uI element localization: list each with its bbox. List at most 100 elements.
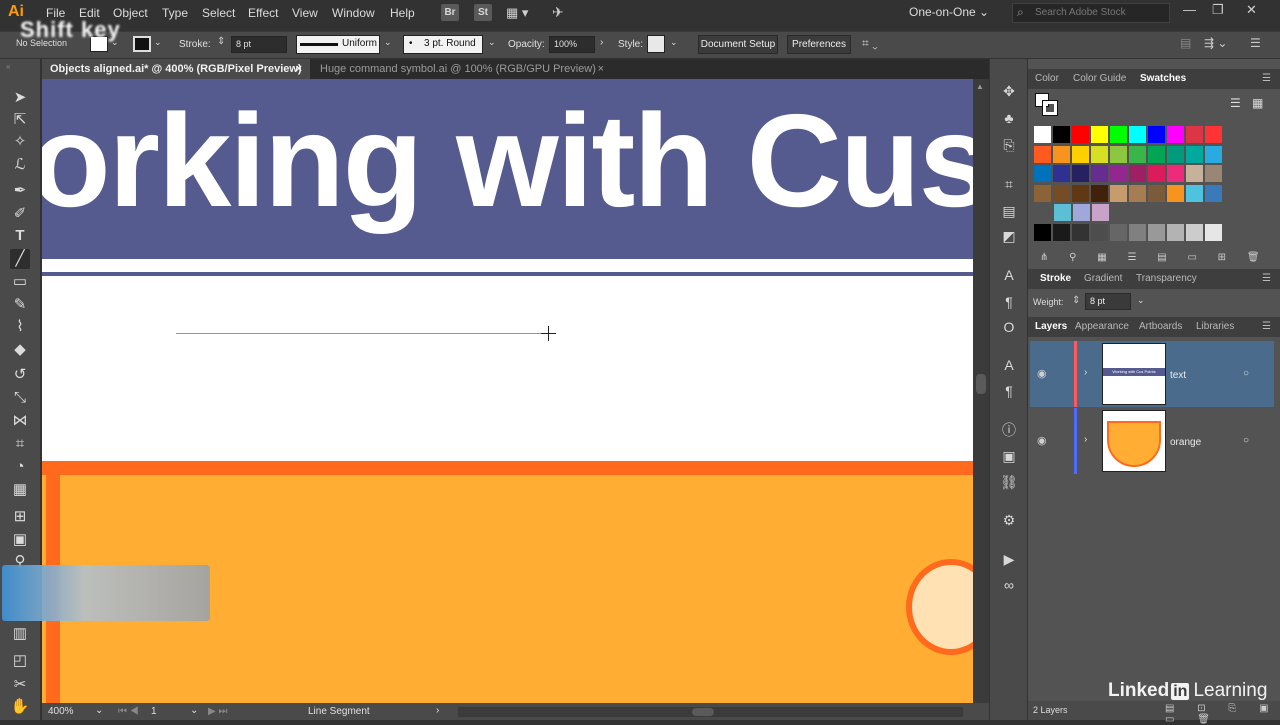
chevron-down-icon[interactable]: ⌄ [154,37,162,48]
color-swatch[interactable] [1053,126,1070,143]
arrange-icon[interactable]: ⌗ ⌄ [862,36,878,51]
color-swatch[interactable] [1186,145,1203,163]
color-swatch[interactable] [1186,165,1203,182]
character-styles-icon[interactable]: A [999,356,1019,374]
info-icon[interactable]: ⓘ [999,421,1019,439]
color-swatch[interactable] [1053,145,1070,163]
eye-icon[interactable]: ◉ [1037,434,1047,447]
stroke-swatch[interactable] [133,36,151,52]
layer-row-orange[interactable]: ◉ › orange ○ [1030,408,1274,474]
width-tool-icon[interactable]: ⋈ [10,411,30,431]
slice-tool-icon[interactable]: ✂ [10,675,30,695]
tab-libraries[interactable]: Libraries [1196,321,1234,332]
align-icon[interactable]: ▤ [1180,36,1191,50]
color-swatch[interactable] [1110,223,1127,241]
stroke-proxy[interactable] [1042,100,1058,116]
color-swatch[interactable] [1072,184,1089,202]
line-segment-tool-icon[interactable]: ╱ [10,249,30,269]
mesh-tool-icon[interactable]: ⊞ [10,507,30,527]
menu-window[interactable]: Window [332,6,375,20]
paragraph-styles-icon[interactable]: ¶ [999,382,1019,400]
color-swatch[interactable] [1129,145,1146,163]
swatch-library-icons[interactable]: ⋔ ⚲ ▦ ☰ ▤ ▭ ⊞ 🗑 [1040,252,1269,263]
eraser-tool-icon[interactable]: ◆ [10,340,30,360]
color-swatch[interactable] [1091,145,1108,163]
bridge-icon[interactable]: Br [441,4,459,21]
color-swatch[interactable] [1053,165,1070,182]
opacity-field[interactable]: 100% [549,36,595,53]
tab-huge-command-symbol[interactable]: Huge command symbol.ai @ 100% (RGB/GPU P… [312,59,612,79]
gpu-performance-icon[interactable]: ✈ [552,4,564,21]
close-icon[interactable]: ✕ [1246,2,1257,18]
scroll-up-icon[interactable]: ▲ [976,82,984,91]
panel-menu-icon[interactable]: ☰ [1262,73,1271,84]
stock-icon[interactable]: St [474,4,492,21]
color-swatch[interactable] [1073,204,1090,221]
selection-tool-icon[interactable]: ➤ [10,88,30,108]
color-swatch[interactable] [1034,145,1051,163]
chevron-down-icon[interactable]: ⌄ [95,705,103,716]
color-swatch[interactable] [1129,184,1146,202]
color-swatch[interactable] [1148,223,1165,241]
pathfinder-icon[interactable]: ◩ [999,227,1019,245]
color-swatch[interactable] [1205,184,1222,202]
restore-icon[interactable]: ❐ [1212,2,1224,18]
workspace-switcher[interactable]: One-on-One ⌄ [909,5,989,19]
color-swatch[interactable] [1072,223,1089,241]
color-swatch[interactable] [1167,126,1184,143]
color-swatch[interactable] [1148,184,1165,202]
settings-icon[interactable]: ⚙ [999,511,1019,529]
chevron-right-icon[interactable]: › [600,37,603,48]
chevron-right-icon[interactable]: › [436,705,439,716]
color-swatch[interactable] [1091,165,1108,182]
menu-effect[interactable]: Effect [248,6,278,20]
transform-panel-icon[interactable]: ⌗ [999,175,1019,193]
color-swatch[interactable] [1110,126,1127,143]
color-swatch[interactable] [1186,184,1203,202]
target-circle-icon[interactable]: ○ [1243,368,1249,379]
tab-color[interactable]: Color [1035,73,1059,84]
paragraph-icon[interactable]: ¶ [999,293,1019,311]
shape-builder-tool-icon[interactable]: ◔ [10,457,30,477]
tab-swatches[interactable]: Swatches [1140,73,1186,84]
preferences-button[interactable]: Preferences [787,35,851,54]
tab-stroke[interactable]: Stroke [1040,273,1071,284]
opentype-icon[interactable]: O [999,318,1019,336]
tab-artboards[interactable]: Artboards [1139,321,1182,332]
stroke-weight-input[interactable]: 8 pt [1085,293,1131,310]
color-swatch[interactable] [1129,223,1146,241]
artboard-nav-first-icon[interactable]: ⏮ ◀ [118,706,139,717]
minimize-icon[interactable]: — [1183,2,1196,17]
color-swatch[interactable] [1167,165,1184,182]
color-swatch[interactable] [1167,223,1184,241]
color-swatch[interactable] [1091,223,1108,241]
tab-transparency[interactable]: Transparency [1136,273,1197,284]
document-setup-button[interactable]: Document Setup [698,35,778,54]
artboard-tool-icon[interactable]: ◰ [10,651,30,671]
magic-wand-tool-icon[interactable]: ✧ [10,132,30,152]
color-swatch[interactable] [1167,145,1184,163]
menu-select[interactable]: Select [202,6,235,20]
color-swatch[interactable] [1205,165,1222,182]
target-circle-icon[interactable]: ○ [1243,435,1249,446]
color-swatch[interactable] [1205,223,1222,241]
pen-tool-icon[interactable]: ✒ [10,181,30,201]
color-swatch[interactable] [1034,165,1051,182]
layer-action-icons[interactable]: ▤ ⊡ ⎘ ▣ ▭ 🗑 [1165,703,1280,725]
color-swatch[interactable] [1092,204,1109,221]
color-swatch[interactable] [1053,184,1070,202]
chevron-down-icon[interactable]: ⌄ [670,37,678,48]
tab-gradient[interactable]: Gradient [1084,273,1122,284]
asset-export-icon[interactable]: ⎘ [999,136,1019,154]
symbols-icon[interactable]: ♣ [999,109,1019,127]
type-tool-icon[interactable]: T [10,226,30,246]
menu-type[interactable]: Type [162,6,188,20]
transform-icon[interactable]: ⇶ ⌄ [1204,36,1227,50]
link-icon[interactable]: ∞ [999,576,1019,594]
stock-search-input[interactable]: Search Adobe Stock [1012,3,1170,23]
tab-layers[interactable]: Layers [1035,321,1067,332]
artboard-number[interactable]: 1 [151,706,157,717]
color-swatch[interactable] [1148,126,1165,143]
chevron-down-icon[interactable]: ⌄ [488,37,496,48]
color-swatch[interactable] [1072,126,1089,143]
